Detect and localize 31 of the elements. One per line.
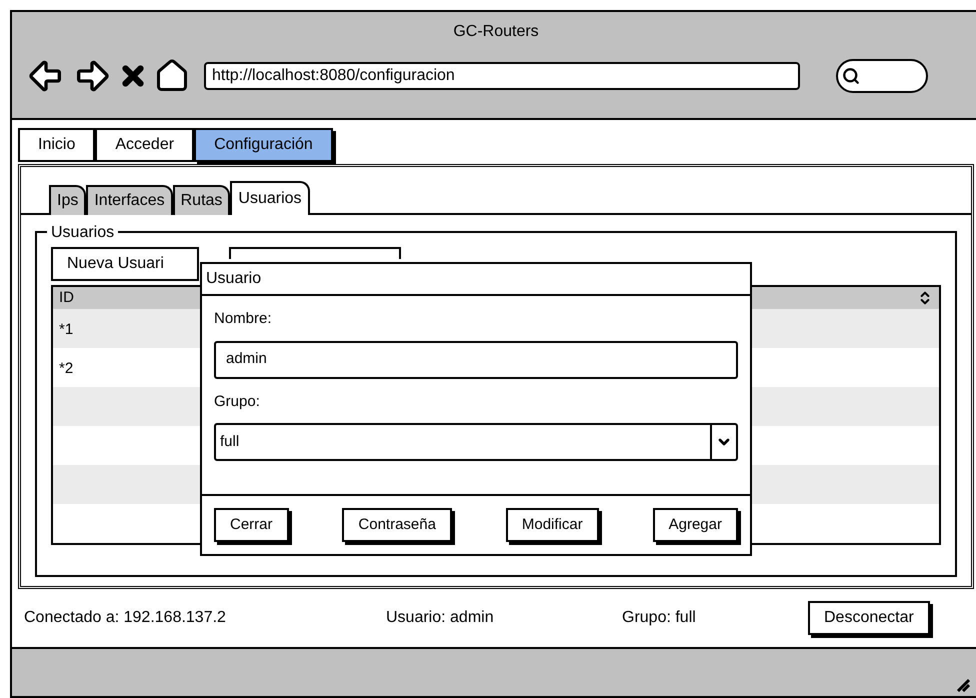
user-status: Usuario: admin [386,608,495,628]
resize-grip-icon[interactable] [954,676,970,692]
sub-tab[interactable]: Rutas [172,185,230,215]
nav-tab[interactable]: Acceder [95,128,194,162]
nav-tab[interactable]: Inicio [18,128,96,162]
dialog-button[interactable]: Modificar [506,508,599,542]
button[interactable] [229,247,401,259]
search-field[interactable] [836,59,928,93]
table-cell: *2 [59,360,74,377]
sub-tab[interactable]: Usuarios [230,181,310,215]
group-status: Grupo: full [622,608,697,628]
sub-tab[interactable]: Interfaces [86,185,173,215]
nav-tab[interactable]: Configuración [194,128,333,162]
field-label: Nombre: [214,309,273,329]
dialog-button[interactable]: Cerrar [214,508,289,542]
dialog-button[interactable]: Contraseña [342,508,452,542]
sub-tab[interactable]: Ips [49,185,86,215]
window-title: GC-Routers [453,22,539,42]
dialog-title: Usuario [202,264,750,296]
search-icon [842,67,860,85]
address-bar[interactable]: http://localhost:8080/configuracion [204,62,800,90]
column-header: ID [59,288,74,308]
connection-status: Conectado a: 192.168.137.2 [24,608,227,628]
field-label: Grupo: [214,392,261,412]
name-field[interactable]: admin [214,340,738,378]
table-cell: *1 [59,321,74,338]
home-icon[interactable] [154,58,190,94]
disconnect-button[interactable]: Desconectar [808,601,930,635]
new-user-button[interactable]: Nueva Usuari [51,247,199,281]
dialog-button[interactable]: Agregar [652,508,738,542]
group-select[interactable]: full [214,423,738,461]
